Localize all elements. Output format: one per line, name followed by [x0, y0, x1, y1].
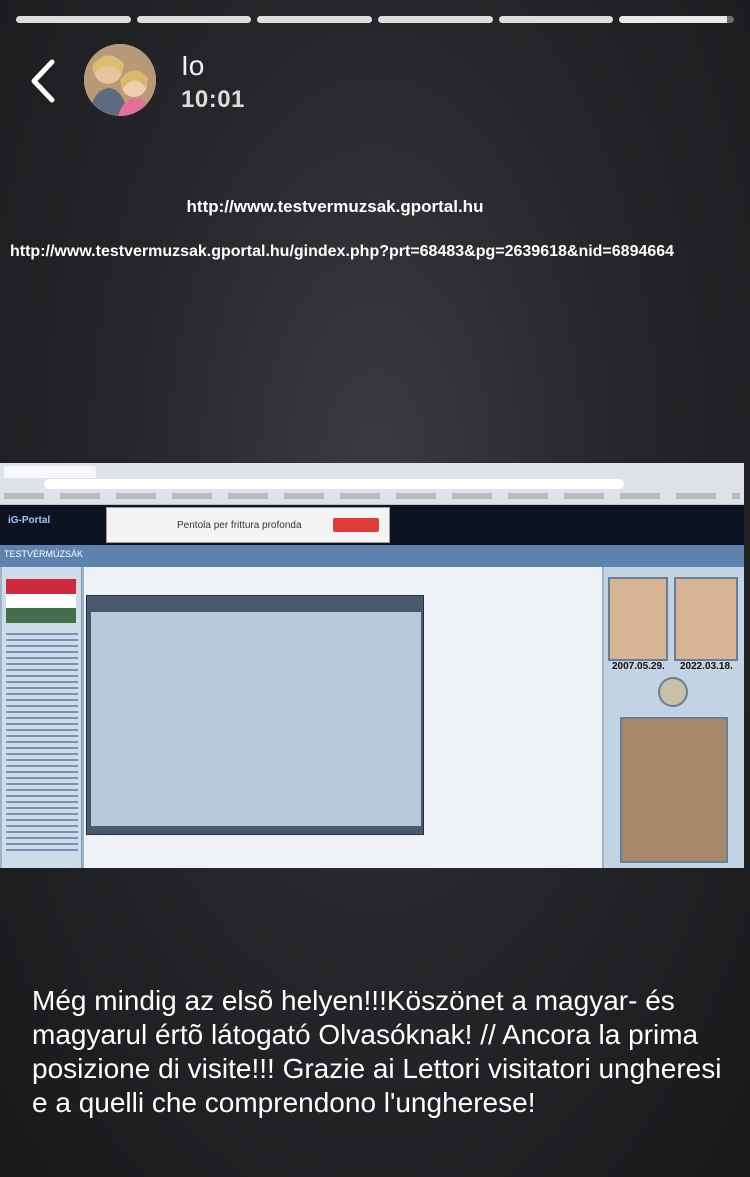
progress-segment [378, 16, 493, 23]
username[interactable]: Io [181, 50, 204, 82]
portrait-photo-right [674, 577, 738, 661]
profile-photo-icon [84, 44, 156, 116]
browser-address-bar [44, 479, 624, 489]
site-left-column [2, 567, 82, 868]
progress-segment-current [619, 16, 735, 23]
progress-segment [498, 16, 614, 23]
story-progress-bar [16, 16, 735, 23]
post-time: 10:01 [181, 86, 245, 113]
ad-button [333, 518, 379, 532]
progress-segment [136, 16, 252, 23]
hungarian-flag-icon [6, 579, 76, 623]
chevron-left-icon [31, 59, 55, 103]
nested-screenshot [86, 595, 424, 835]
portrait-photo-left [608, 577, 668, 661]
site-right-column: 2007.05.29. 2022.03.18. [604, 567, 744, 868]
ad-text: Pentola per frittura profonda [177, 520, 302, 531]
photo-date-right: 2022.03.18. [680, 661, 733, 672]
bookmarks-bar [4, 493, 740, 499]
progress-segment [257, 16, 373, 23]
story-header: Io 10:01 [0, 42, 750, 122]
story-caption: Még mindig az elsõ helyen!!!Köszönet a m… [32, 985, 722, 1118]
embedded-screenshot: iG-Portal Pentola per frittura profonda … [0, 463, 744, 868]
left-column-text [6, 633, 78, 853]
site-main-column [84, 567, 602, 868]
advertisement: Pentola per frittura profonda [106, 507, 390, 543]
back-button[interactable] [24, 56, 64, 106]
browser-toolbar [0, 463, 744, 505]
browser-tab [4, 466, 96, 478]
avatar[interactable] [84, 44, 156, 116]
site-title-graphic: TESTVÉRMÚZSÁK [4, 549, 84, 559]
link-short[interactable]: http://www.testvermuzsak.gportal.hu [0, 197, 670, 217]
emblem-icon [658, 677, 688, 707]
site-header: iG-Portal Pentola per frittura profonda [0, 505, 744, 545]
link-long[interactable]: http://www.testvermuzsak.gportal.hu/gind… [10, 243, 674, 261]
site-nav-strip: TESTVÉRMÚZSÁK [0, 545, 744, 567]
nested-screenshot-content [91, 612, 421, 826]
gportal-logo: iG-Portal [8, 515, 51, 526]
large-photo [620, 717, 728, 863]
photo-date-left: 2007.05.29. [612, 661, 665, 672]
progress-segment [16, 16, 131, 23]
